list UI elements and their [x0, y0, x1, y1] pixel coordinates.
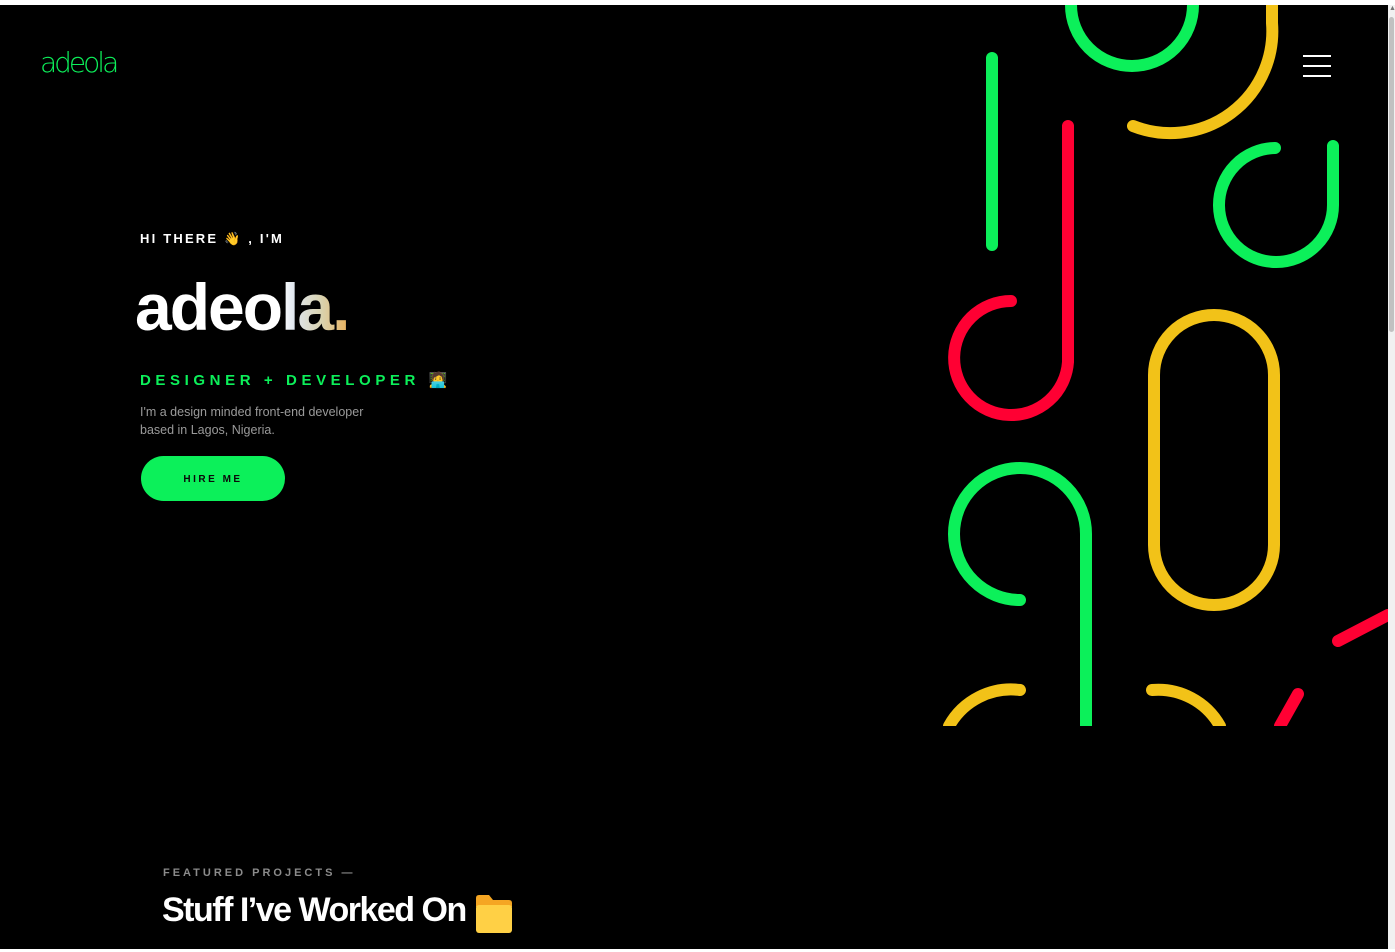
- art-red-stroke-right: [1332, 609, 1388, 647]
- art-yellow-arc-bottom-left: [943, 683, 1026, 726]
- scroll-thumb[interactable]: [1389, 17, 1394, 332]
- hero-name: adeola.: [135, 267, 350, 347]
- page-viewport: adeola HI THERE 👋 , I'M adeola. DESIGNER…: [0, 5, 1388, 949]
- hero-name-gradient: la.: [281, 270, 350, 344]
- greeting-text: HI THERE: [140, 231, 219, 246]
- art-red-hook: [948, 120, 1074, 421]
- folder-icon: [476, 895, 512, 933]
- scroll-up-arrow-icon[interactable]: ▲: [1389, 5, 1395, 13]
- site-logo[interactable]: adeola: [40, 43, 119, 83]
- decorative-line-art: [943, 5, 1388, 726]
- waving-hand-icon: 👋: [224, 231, 243, 246]
- art-yellow-curve-top: [1127, 5, 1279, 140]
- art-green-arc-top: [1065, 5, 1199, 72]
- art-yellow-stadium: [1148, 309, 1280, 611]
- art-yellow-arc-bottom-mid: [1146, 683, 1226, 726]
- greeting-suffix: , I'M: [248, 231, 285, 246]
- vertical-scrollbar[interactable]: ▲: [1388, 5, 1395, 949]
- art-red-stroke-bottom: [1274, 688, 1304, 726]
- technologist-icon: 🧑‍💻: [428, 372, 448, 389]
- featured-eyebrow: FEATURED PROJECTS —: [163, 867, 356, 879]
- hero-role: DESIGNER + DEVELOPER 🧑‍💻: [140, 371, 447, 389]
- role-text: DESIGNER + DEVELOPER: [140, 372, 420, 389]
- hero-bio: I'm a design minded front-end developer …: [140, 405, 364, 437]
- hire-me-button[interactable]: HIRE ME: [141, 456, 285, 501]
- hero-greeting: HI THERE 👋 , I'M: [140, 231, 284, 247]
- hero-name-main: adeo: [135, 270, 283, 344]
- featured-title: Stuff I’ve Worked On: [162, 891, 467, 929]
- art-green-u-right: [1213, 140, 1339, 268]
